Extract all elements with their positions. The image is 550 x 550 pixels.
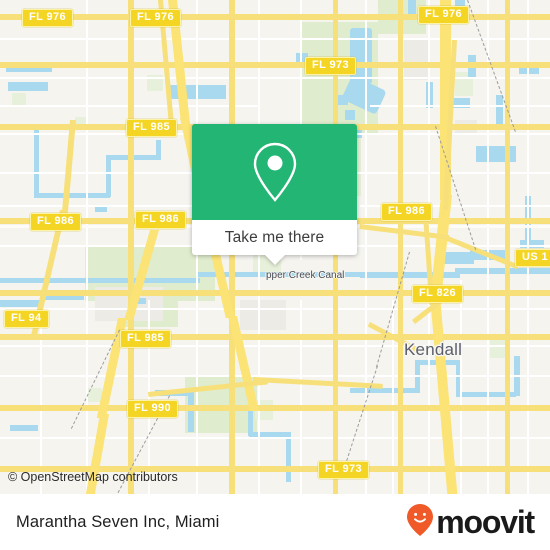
highway <box>0 290 550 296</box>
moovit-logo[interactable]: moovit <box>406 503 535 542</box>
road-shield-fl986-c[interactable]: FL 986 <box>381 203 433 221</box>
osm-attribution[interactable]: © OpenStreetMap contributors <box>8 470 178 484</box>
place-title: Marantha Seven Inc, Miami <box>16 512 220 531</box>
park-area <box>490 340 506 358</box>
road-shield-fl976-c[interactable]: FL 976 <box>418 6 470 24</box>
moovit-wordmark: moovit <box>436 504 535 540</box>
water-body <box>106 155 111 197</box>
water-body <box>156 140 161 160</box>
map-screenshot: Kendall pper Creek Canal FL 976 FL 976 F… <box>0 0 550 550</box>
street <box>300 300 302 494</box>
water-body <box>496 95 503 125</box>
water-body <box>34 193 110 198</box>
popup-image-panel <box>192 124 357 220</box>
highway <box>128 0 134 494</box>
highway <box>398 0 403 494</box>
water-body <box>8 82 48 91</box>
popup-tail <box>264 254 286 265</box>
road-shield-us1[interactable]: US 1 <box>515 249 550 267</box>
block-area <box>404 40 430 80</box>
road-shield-fl990[interactable]: FL 990 <box>127 400 179 418</box>
street <box>0 308 550 310</box>
road-shield-fl976-b[interactable]: FL 976 <box>130 9 182 27</box>
road-shield-fl94[interactable]: FL 94 <box>4 310 49 328</box>
road-shield-fl986-a[interactable]: FL 986 <box>30 213 82 231</box>
take-me-there-label: Take me there <box>224 228 325 246</box>
place-label-kendall: Kendall <box>404 340 463 359</box>
water-body <box>0 300 40 307</box>
street <box>0 205 200 207</box>
footer-bar: Marantha Seven Inc, Miami moovit <box>0 494 550 550</box>
canal <box>455 268 550 274</box>
highway <box>0 334 550 340</box>
take-me-there-button[interactable]: Take me there <box>192 220 357 255</box>
map-canvas[interactable]: Kendall pper Creek Canal FL 976 FL 976 F… <box>0 0 550 494</box>
location-popup[interactable]: Take me there <box>192 124 357 265</box>
moovit-smiley-pin-icon <box>406 503 434 542</box>
water-body <box>10 425 38 431</box>
water-body <box>286 432 291 482</box>
road-shield-fl826[interactable]: FL 826 <box>412 285 464 303</box>
street <box>86 0 88 494</box>
road-shield-fl973-b[interactable]: FL 973 <box>318 461 370 479</box>
street <box>0 437 550 439</box>
street <box>40 300 42 494</box>
water-body <box>350 388 420 393</box>
water-body <box>345 110 355 120</box>
road-shield-fl985-a[interactable]: FL 985 <box>126 119 178 137</box>
street <box>0 77 550 79</box>
park-area <box>12 93 26 105</box>
street <box>365 0 367 494</box>
street <box>487 0 489 494</box>
highway <box>505 0 510 494</box>
street <box>0 38 550 40</box>
water-body <box>476 146 516 162</box>
block-area <box>240 300 286 330</box>
canal <box>360 272 460 278</box>
road-shield-fl976-a[interactable]: FL 976 <box>22 9 74 27</box>
map-pin-icon <box>249 140 301 204</box>
street <box>0 375 550 377</box>
street <box>527 0 529 494</box>
road-shield-fl973-a[interactable]: FL 973 <box>305 57 357 75</box>
canal <box>0 278 200 283</box>
street <box>370 105 550 107</box>
water-body <box>188 392 194 432</box>
street <box>0 345 550 347</box>
street <box>392 300 394 494</box>
highway <box>0 62 550 68</box>
road-shield-fl986-b[interactable]: FL 986 <box>135 211 187 229</box>
water-body <box>95 206 107 212</box>
water-body <box>520 240 544 248</box>
street <box>460 280 462 494</box>
water-body <box>34 130 39 198</box>
canal-label: pper Creek Canal <box>266 270 345 281</box>
road-shield-fl985-b[interactable]: FL 985 <box>120 330 172 348</box>
water-body <box>338 95 348 105</box>
